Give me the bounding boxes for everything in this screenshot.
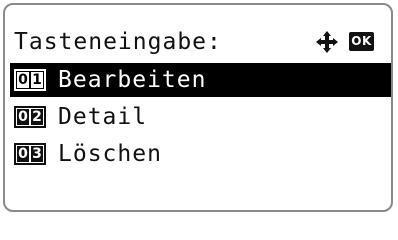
ok-key-icon[interactable]: OK (349, 32, 374, 51)
menu-item-label: Löschen (58, 141, 162, 167)
menu-item-loeschen[interactable]: 0 3 Löschen (5, 137, 391, 171)
digit-3: 3 (31, 146, 43, 162)
digit-1: 1 (31, 72, 43, 88)
digit-2: 2 (31, 109, 43, 125)
lcd-screen: Tasteneingabe: OK 0 1 Bearbeiten 0 2 Det… (3, 3, 393, 212)
menu-list: 0 1 Bearbeiten 0 2 Detail 0 3 Löschen (5, 63, 391, 174)
menu-item-bearbeiten[interactable]: 0 1 Bearbeiten (10, 63, 391, 97)
menu-item-label: Detail (58, 104, 148, 130)
menu-item-detail[interactable]: 0 2 Detail (5, 100, 391, 134)
number-key-03-icon: 0 3 (14, 143, 46, 165)
screen-title: Tasteneingabe: (14, 29, 222, 55)
digit-0: 0 (17, 72, 29, 88)
number-key-02-icon: 0 2 (14, 106, 46, 128)
digit-0: 0 (17, 146, 29, 162)
menu-item-label: Bearbeiten (58, 67, 207, 93)
digit-0: 0 (17, 109, 29, 125)
four-way-arrow-icon (316, 31, 338, 53)
header: Tasteneingabe: OK (5, 25, 391, 59)
number-key-01-icon: 0 1 (14, 69, 46, 91)
